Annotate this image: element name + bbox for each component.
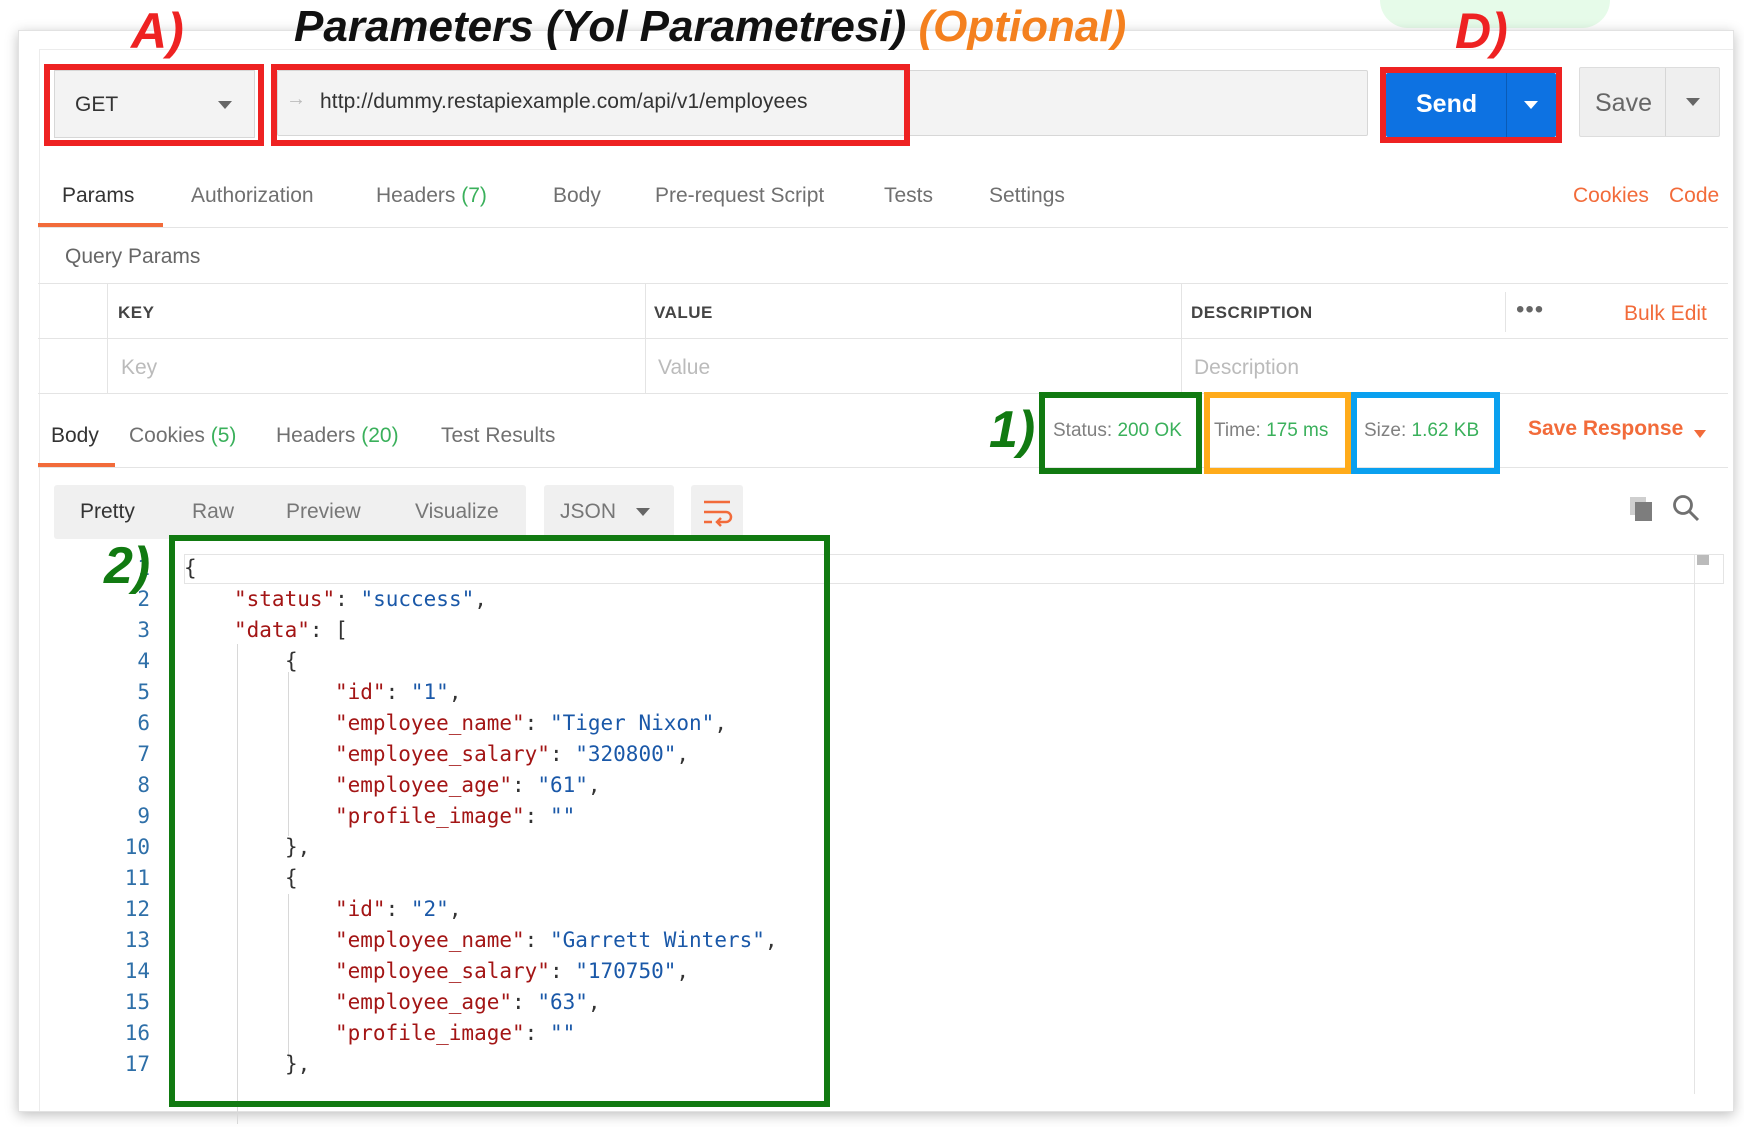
value-input[interactable]: Value — [658, 356, 710, 380]
response-tab-cookies[interactable]: Cookies (5) — [129, 424, 236, 448]
response-tab-headers[interactable]: Headers (20) — [276, 424, 399, 448]
save-options-chevron-icon[interactable] — [1686, 98, 1700, 106]
save-response-button[interactable]: Save Response — [1528, 417, 1683, 441]
key-header: KEY — [118, 303, 155, 322]
column-divider — [107, 284, 108, 394]
scrollbar-thumb[interactable] — [1697, 555, 1709, 565]
query-params-title: Query Params — [65, 245, 201, 268]
line-number: 15 — [124, 990, 150, 1014]
annotation-label-a: A) — [131, 3, 184, 59]
tab-headers-label: Headers — [376, 184, 456, 207]
annotation-box-status — [1039, 392, 1202, 474]
query-params-table: KEY VALUE DESCRIPTION Key Value Descript… — [38, 283, 1728, 394]
request-tabs: Params Authorization Headers (7) Body Pr… — [38, 168, 1728, 228]
annotation-title-optional: (Optional) — [918, 2, 1127, 51]
line-number: 4 — [137, 649, 150, 673]
annotation-box-size — [1351, 392, 1500, 474]
annotation-label-d: D) — [1455, 3, 1508, 59]
chevron-down-icon — [636, 508, 650, 516]
tab-tests[interactable]: Tests — [884, 184, 933, 208]
annotation-box-send — [1380, 67, 1562, 143]
response-tab-body[interactable]: Body — [51, 424, 99, 448]
active-response-tab-indicator — [38, 463, 115, 467]
tab-body[interactable]: Body — [553, 184, 601, 208]
view-raw[interactable]: Raw — [192, 500, 234, 524]
wrap-lines-icon — [704, 500, 733, 527]
line-number: 11 — [124, 866, 150, 890]
line-number: 3 — [137, 618, 150, 642]
tab-params[interactable]: Params — [62, 184, 134, 208]
active-tab-indicator — [38, 223, 163, 227]
tab-authorization[interactable]: Authorization — [191, 184, 314, 208]
line-number: 9 — [137, 804, 150, 828]
column-divider — [645, 284, 646, 394]
code-link[interactable]: Code — [1669, 184, 1719, 208]
scrollbar-track — [1694, 554, 1695, 1094]
save-divider — [1665, 68, 1666, 136]
annotation-label-1: 1) — [989, 401, 1036, 459]
bulk-edit-link[interactable]: Bulk Edit — [1624, 302, 1707, 326]
annotation-box-time — [1204, 392, 1351, 474]
response-tab-headers-label: Headers — [276, 424, 356, 447]
cookies-link[interactable]: Cookies — [1573, 184, 1649, 208]
more-options-icon[interactable]: ••• — [1516, 296, 1544, 324]
response-tab-test-results[interactable]: Test Results — [441, 424, 555, 448]
annotation-title: Parameters (Yol Parametresi) (Optional) — [294, 2, 1126, 52]
description-input[interactable]: Description — [1194, 356, 1299, 380]
line-number: 5 — [137, 680, 150, 704]
copy-icon[interactable] — [1626, 494, 1656, 524]
save-response-chevron-icon[interactable] — [1694, 430, 1706, 438]
line-number: 17 — [124, 1052, 150, 1076]
params-empty-row — [38, 339, 1728, 394]
format-label: JSON — [560, 500, 617, 523]
annotation-title-main: Parameters (Yol Parametresi) — [294, 2, 907, 51]
annotation-box-body — [169, 535, 830, 1107]
save-button[interactable]: Save — [1579, 67, 1720, 137]
line-number: 12 — [124, 897, 150, 921]
search-icon[interactable] — [1671, 493, 1701, 523]
view-mode-bar: Pretty Raw Preview Visualize — [54, 485, 526, 539]
tab-settings[interactable]: Settings — [989, 184, 1065, 208]
value-header: VALUE — [654, 303, 713, 322]
description-header: DESCRIPTION — [1191, 303, 1313, 322]
tab-headers-count: (7) — [461, 184, 487, 207]
line-number: 14 — [124, 959, 150, 983]
tab-headers[interactable]: Headers (7) — [376, 184, 487, 208]
line-number: 8 — [137, 773, 150, 797]
tab-pre-request-script[interactable]: Pre-request Script — [655, 184, 824, 208]
response-tab-headers-count: (20) — [361, 424, 399, 447]
annotation-box-method — [44, 64, 264, 146]
view-pretty[interactable]: Pretty — [80, 500, 135, 524]
view-visualize[interactable]: Visualize — [415, 500, 499, 524]
column-divider — [1505, 292, 1506, 332]
wrap-lines-button[interactable] — [691, 485, 743, 539]
save-label: Save — [1595, 89, 1652, 117]
line-number: 10 — [124, 835, 150, 859]
annotation-box-url — [271, 64, 910, 146]
column-divider — [1181, 284, 1182, 394]
response-tab-cookies-label: Cookies — [129, 424, 205, 447]
params-header-row — [38, 284, 1728, 339]
response-tab-cookies-count: (5) — [210, 424, 237, 447]
line-number: 6 — [137, 711, 150, 735]
line-number: 7 — [137, 742, 150, 766]
view-preview[interactable]: Preview — [286, 500, 361, 524]
key-input[interactable]: Key — [121, 356, 157, 380]
format-select[interactable]: JSON — [544, 485, 674, 539]
line-number: 16 — [124, 1021, 150, 1045]
line-number: 13 — [124, 928, 150, 952]
annotation-label-2: 2) — [104, 537, 151, 595]
